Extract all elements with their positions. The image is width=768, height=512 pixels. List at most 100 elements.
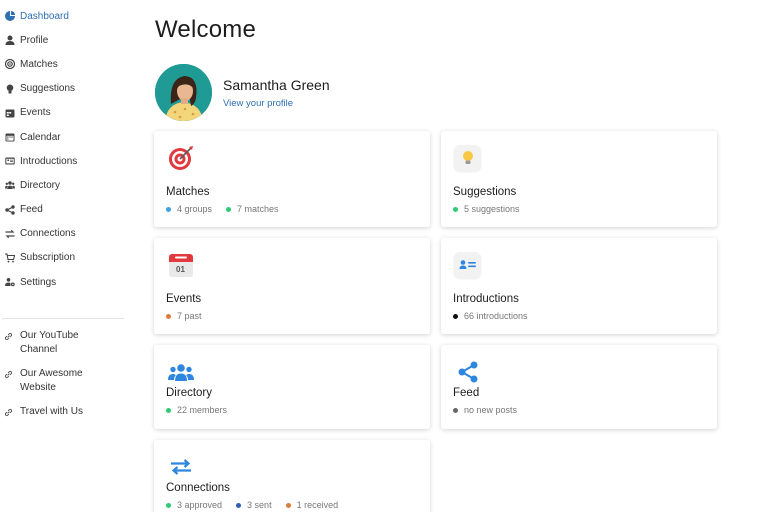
- sidebar-item-label: Introductions: [20, 155, 78, 167]
- sidebar-item-label: Events: [20, 107, 51, 119]
- status-dot: [166, 206, 171, 212]
- status-dot: [166, 502, 171, 508]
- status-dot: [453, 206, 458, 212]
- sidebar-link-label: Our YouTube Channel: [20, 330, 79, 356]
- users-cog-icon: [4, 277, 15, 288]
- share-icon: [4, 204, 15, 215]
- page-title: Welcome: [155, 16, 256, 43]
- sidebar-link-website[interactable]: Our Awesome Website: [0, 367, 128, 395]
- stat-approved: 3 approved: [166, 500, 222, 510]
- stat-text: 7 past: [177, 311, 202, 321]
- status-dot: [453, 407, 458, 413]
- sidebar-item-calendar[interactable]: Calendar: [0, 125, 128, 149]
- stat-introductions: 66 introductions: [453, 311, 528, 321]
- suggestions-card[interactable]: Suggestions 5 suggestions: [441, 131, 717, 227]
- id-card-icon: [454, 251, 481, 278]
- sidebar-link-label: Our Awesome Website: [20, 368, 83, 394]
- card-title: Connections: [166, 482, 230, 494]
- sidebar-item-label: Connections: [20, 228, 76, 240]
- stat-sent: 3 sent: [236, 500, 272, 510]
- stat-suggestions: 5 suggestions: [453, 204, 520, 214]
- card-title: Directory: [166, 387, 213, 399]
- calendar-day: 01: [176, 265, 185, 274]
- connections-card[interactable]: Connections 3 approved 3 sent 1 received: [154, 440, 430, 512]
- introductions-card[interactable]: Introductions 66 introductions: [441, 238, 717, 334]
- stat-text: 22 members: [177, 405, 228, 415]
- directory-card[interactable]: Directory 22 members: [154, 345, 430, 429]
- sidebar-item-suggestions[interactable]: Suggestions: [0, 77, 128, 101]
- cart-icon: [4, 252, 15, 263]
- sidebar-link-travel[interactable]: Travel with Us: [0, 405, 128, 422]
- card-stats: 3 approved 3 sent 1 received: [166, 500, 352, 510]
- stat-groups: 4 groups: [166, 204, 212, 214]
- link-icon: [4, 329, 15, 346]
- sidebar-item-label: Feed: [20, 204, 43, 216]
- card-stats: 22 members: [166, 405, 241, 415]
- status-dot: [166, 407, 171, 413]
- profile-summary: Samantha Green View your profile: [155, 64, 330, 121]
- status-dot: [166, 313, 171, 319]
- sidebar-item-connections[interactable]: Connections: [0, 222, 128, 246]
- exchange-icon: [4, 228, 15, 239]
- card-stats: 4 groups 7 matches: [166, 204, 293, 214]
- card-title: Suggestions: [453, 186, 517, 198]
- stat-posts: no new posts: [453, 405, 517, 415]
- sidebar-divider: [2, 318, 124, 320]
- sidebar-item-label: Directory: [20, 179, 61, 191]
- view-profile-link[interactable]: View your profile: [223, 98, 330, 109]
- sidebar-nav: Dashboard Profile Matches Suggestions Ev…: [0, 0, 128, 294]
- events-card[interactable]: 01 Events 7 past: [154, 238, 430, 334]
- target-arrow-icon: [167, 144, 194, 171]
- card-stats: 66 introductions: [453, 311, 542, 321]
- user-icon: [4, 35, 15, 46]
- sidebar-item-label: Settings: [20, 276, 57, 288]
- calendar-alt-icon: [4, 107, 15, 118]
- sidebar-item-feed[interactable]: Feed: [0, 198, 128, 222]
- sidebar-item-dashboard[interactable]: Dashboard: [0, 4, 128, 28]
- card-stats: no new posts: [453, 405, 531, 415]
- avatar[interactable]: [155, 64, 212, 121]
- matches-card[interactable]: Matches 4 groups 7 matches: [154, 131, 430, 227]
- users-icon: [167, 358, 194, 385]
- calendar-day-icon: 01: [167, 251, 194, 278]
- dashboard-icon: [4, 11, 15, 22]
- sidebar-item-label: Suggestions: [20, 83, 76, 95]
- sidebar-item-directory[interactable]: Directory: [0, 173, 128, 197]
- card-title: Feed: [453, 387, 480, 399]
- feed-card[interactable]: Feed no new posts: [441, 345, 717, 429]
- lightbulb-icon: [454, 144, 481, 171]
- card-title: Introductions: [453, 293, 519, 305]
- sidebar-item-label: Subscription: [20, 252, 76, 264]
- profile-name-block: Samantha Green View your profile: [223, 77, 330, 109]
- stat-text: 66 introductions: [464, 311, 528, 321]
- card-title: Matches: [166, 186, 210, 198]
- share-icon: [454, 358, 481, 385]
- stat-members: 22 members: [166, 405, 227, 415]
- sidebar-item-events[interactable]: Events: [0, 101, 128, 125]
- sidebar-item-label: Profile: [20, 34, 49, 46]
- target-icon: [4, 59, 15, 70]
- sidebar-item-profile[interactable]: Profile: [0, 28, 128, 52]
- stat-text: 4 groups: [177, 204, 213, 214]
- sidebar-item-introductions[interactable]: Introductions: [0, 149, 128, 173]
- sidebar-item-subscription[interactable]: Subscription: [0, 246, 128, 270]
- status-dot: [226, 206, 232, 212]
- status-dot: [453, 313, 458, 319]
- stat-text: 7 matches: [237, 204, 279, 214]
- card-title: Events: [166, 293, 202, 305]
- card-stats: 7 past: [166, 311, 216, 321]
- sidebar-item-matches[interactable]: Matches: [0, 52, 128, 76]
- link-icon: [4, 367, 15, 384]
- stat-received: 1 received: [285, 500, 339, 510]
- sidebar-link-youtube[interactable]: Our YouTube Channel: [0, 329, 128, 357]
- users-icon: [4, 180, 15, 191]
- id-card-icon: [4, 156, 15, 167]
- sidebar-item-label: Calendar: [20, 131, 61, 143]
- sidebar-link-label: Travel with Us: [20, 406, 83, 418]
- stat-text: 1 received: [296, 500, 339, 510]
- sidebar-item-label: Matches: [20, 58, 58, 70]
- status-dot: [236, 502, 242, 508]
- sidebar-item-settings[interactable]: Settings: [0, 270, 128, 294]
- sidebar: Dashboard Profile Matches Suggestions Ev…: [0, 0, 128, 512]
- stat-text: 5 suggestions: [464, 204, 520, 214]
